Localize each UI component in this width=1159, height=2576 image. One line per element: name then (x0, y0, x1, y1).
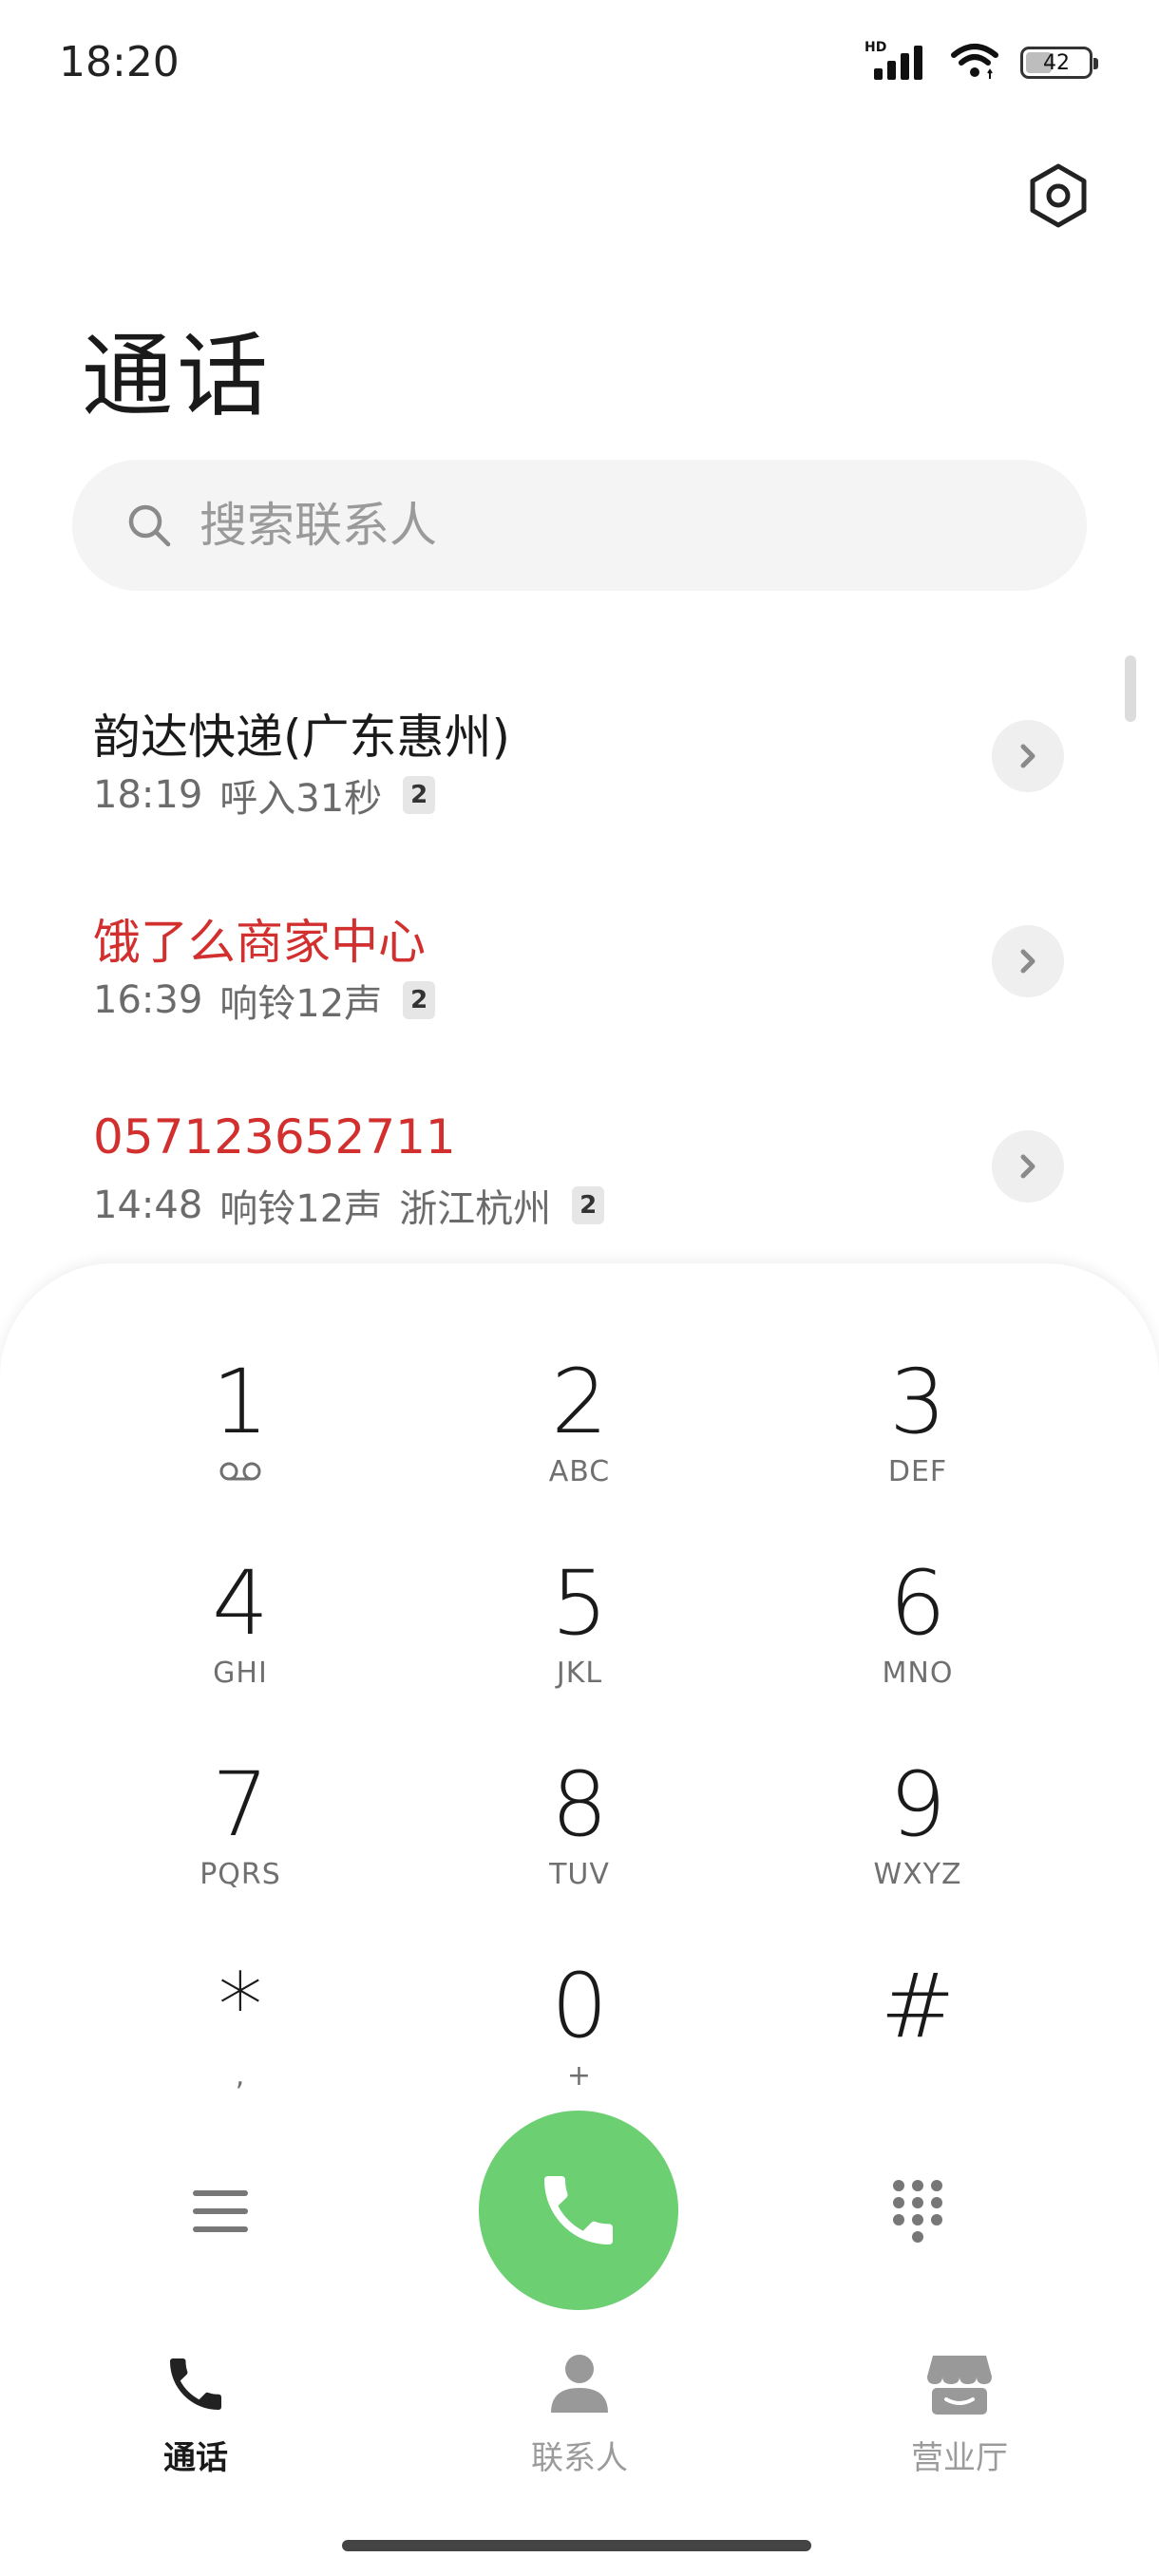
wifi-icon (950, 42, 999, 84)
call-log-item[interactable]: 韵达快递(广东惠州) 18:19 呼入31秒 2 (0, 655, 1159, 861)
dial-key-8[interactable]: 8 TUV (437, 1733, 722, 1904)
dialer-actions (0, 2111, 1159, 2310)
call-meta: 16:39 响铃12声 2 (93, 973, 436, 1028)
key-digit: 2 (551, 1351, 608, 1454)
dial-key-hash[interactable]: # (775, 1934, 1060, 2105)
menu-button[interactable] (184, 2175, 256, 2247)
dial-key-1[interactable]: 1 (98, 1330, 383, 1501)
key-digit: 3 (889, 1351, 946, 1454)
key-digit: 4 (212, 1552, 269, 1656)
call-log-list: 韵达快递(广东惠州) 18:19 呼入31秒 2 饿了么商家中心 16:39 响… (0, 655, 1159, 1271)
dial-key-3[interactable]: 3 DEF (775, 1330, 1060, 1501)
key-digit: 8 (551, 1753, 608, 1857)
home-indicator[interactable] (342, 2540, 811, 2551)
status-time: 18:20 (59, 38, 180, 86)
battery-icon: 42 (1020, 47, 1098, 79)
key-letters: MNO (882, 1657, 954, 1690)
call-log-item[interactable]: 饿了么商家中心 16:39 响铃12声 2 (0, 861, 1159, 1066)
key-letters: , (235, 2059, 246, 2093)
key-letters: GHI (213, 1657, 268, 1690)
nav-label: 通话 (163, 2439, 228, 2477)
key-letters: WXYZ (873, 1858, 962, 1891)
dial-key-2[interactable]: 2 ABC (437, 1330, 722, 1501)
voicemail-icon (219, 1462, 261, 1481)
sim-badge: 2 (403, 776, 436, 814)
call-button[interactable] (479, 2111, 678, 2310)
sim-badge: 2 (572, 1186, 605, 1224)
search-bar[interactable] (72, 460, 1087, 591)
key-letters: + (566, 2059, 593, 2093)
key-letters: TUV (549, 1858, 610, 1891)
battery-level: 42 (1043, 50, 1070, 75)
search-icon (128, 504, 171, 547)
key-digit: * (218, 1955, 263, 2058)
dial-key-7[interactable]: 7 PQRS (98, 1733, 383, 1904)
call-contact-name: 057123652711 (93, 1109, 456, 1165)
dial-key-6[interactable]: 6 MNO (775, 1531, 1060, 1702)
nav-label: 营业厅 (911, 2439, 1008, 2477)
call-meta: 14:48 响铃12声 浙江杭州 2 (93, 1178, 605, 1233)
call-detail: 响铃12声 (219, 1187, 383, 1231)
call-detail-button[interactable] (992, 1130, 1064, 1203)
dial-key-0[interactable]: 0 + (437, 1934, 722, 2105)
call-contact-name: 饿了么商家中心 (93, 915, 426, 970)
phone-icon (544, 2176, 613, 2245)
person-icon (551, 2355, 608, 2413)
key-digit: 0 (551, 1955, 608, 2058)
keypad-toggle-button[interactable] (882, 2169, 954, 2255)
key-digit: 7 (212, 1753, 269, 1857)
gear-icon (1030, 163, 1087, 228)
call-time: 18:19 (93, 773, 203, 817)
dial-key-5[interactable]: 5 JKL (437, 1531, 722, 1702)
call-detail-button[interactable] (992, 925, 1064, 997)
status-icons: HD 42 (864, 40, 1098, 84)
nav-tab-contacts[interactable]: 联系人 (456, 2350, 703, 2492)
key-letters: ABC (548, 1455, 611, 1488)
settings-button[interactable] (1022, 160, 1094, 232)
chevron-right-icon (1020, 949, 1036, 974)
store-icon (927, 2356, 992, 2415)
key-digit: 1 (212, 1351, 269, 1454)
key-letters: JKL (556, 1657, 603, 1690)
nav-label: 联系人 (531, 2439, 628, 2477)
key-digit: 5 (551, 1552, 608, 1656)
key-digit: 9 (889, 1753, 946, 1857)
dial-key-4[interactable]: 4 GHI (98, 1531, 383, 1702)
dial-key-star[interactable]: * , (98, 1934, 383, 2105)
key-letters: PQRS (200, 1858, 281, 1891)
keypad-icon (893, 2180, 942, 2243)
key-letters: DEF (887, 1455, 948, 1488)
nav-tab-store[interactable]: 营业厅 (836, 2350, 1083, 2492)
call-location: 浙江杭州 (399, 1187, 552, 1231)
call-detail: 呼入31秒 (219, 777, 383, 821)
status-bar: 18:20 HD 42 (0, 0, 1159, 123)
call-detail: 响铃12声 (219, 982, 383, 1026)
search-input[interactable] (200, 498, 978, 553)
call-time: 16:39 (93, 978, 203, 1022)
call-log-item[interactable]: 057123652711 14:48 响铃12声 浙江杭州 2 (0, 1066, 1159, 1271)
menu-icon (193, 2190, 248, 2232)
call-time: 14:48 (93, 1184, 203, 1227)
call-meta: 18:19 呼入31秒 2 (93, 767, 436, 823)
chevron-right-icon (1020, 744, 1036, 768)
chevron-right-icon (1020, 1154, 1036, 1179)
key-digit: # (880, 1955, 956, 2058)
page-title: 通话 (82, 323, 272, 429)
bottom-nav: 通话 联系人 营业厅 (0, 2350, 1159, 2492)
hd-signal-icon: HD (864, 40, 929, 82)
phone-icon (170, 2358, 221, 2410)
key-digit: 6 (889, 1552, 946, 1656)
call-contact-name: 韵达快递(广东惠州) (93, 710, 511, 765)
sim-badge: 2 (403, 981, 436, 1019)
dial-key-9[interactable]: 9 WXYZ (775, 1733, 1060, 1904)
nav-tab-calls[interactable]: 通话 (72, 2350, 319, 2492)
call-detail-button[interactable] (992, 720, 1064, 792)
